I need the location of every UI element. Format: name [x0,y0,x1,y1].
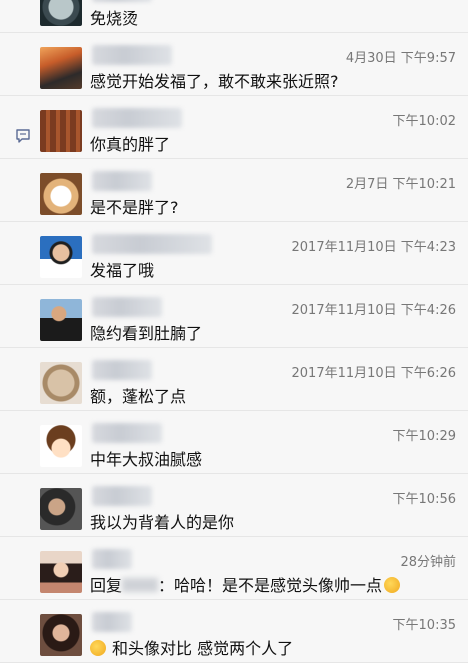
comment-text: 感觉开始发福了，敢不敢来张近照? [90,72,339,91]
avatar[interactable] [40,299,82,341]
username-blurred [92,108,182,128]
username-blurred [92,297,162,317]
list-item[interactable]: 2017年11月10日 下午6:26 额，蓬松了点 [0,348,468,411]
avatar[interactable] [40,425,82,467]
list-item[interactable]: 下午10:56 我以为背着人的是你 [0,474,468,537]
comment-text: 是不是胖了? [90,198,179,217]
list-item[interactable]: 下午10:29 中年大叔油腻感 [0,411,468,474]
reply-target-blurred[interactable] [122,578,159,592]
list-item[interactable]: 2017年11月10日 下午4:26 隐约看到肚腩了 [0,285,468,348]
comment-text: 我以为背着人的是你 [90,513,235,532]
comment-text: 中年大叔油腻感 [90,450,203,469]
comment-text: 额，蓬松了点 [90,387,187,406]
username-blurred [92,45,172,65]
avatar[interactable] [40,488,82,530]
laugh-emoji-icon [90,640,106,656]
avatar[interactable] [40,0,82,26]
comment-list: 免烧烫 4月30日 下午9:57 感觉开始发福了，敢不敢来张近照? 下午10:0… [0,0,468,663]
username-blurred [92,234,212,254]
comment-text: 免烧烫 [90,9,139,28]
username-blurred [92,612,132,632]
list-item[interactable]: 下午10:02 你真的胖了 [0,96,468,159]
username-blurred [92,360,152,380]
comment-time: 4月30日 下午9:57 [345,51,456,66]
username-blurred [92,0,152,2]
comment-icon[interactable] [15,128,31,148]
comment-time: 下午10:02 [392,114,456,129]
list-item[interactable]: 28分钟前 回复 ：哈哈！是不是感觉头像帅一点 [0,537,468,600]
list-item[interactable]: 下午10:35 和头像对比 感觉两个人了 [0,600,468,663]
comment-text: ：哈哈！是不是感觉头像帅一点 [158,576,383,595]
comment-time: 2月7日 下午10:21 [345,177,456,192]
username-blurred [92,549,132,569]
comment-text: 隐约看到肚腩了 [90,324,203,343]
comment-time: 2017年11月10日 下午6:26 [291,366,457,381]
reply-text: 回复 ：哈哈！是不是感觉头像帅一点 [90,572,401,596]
reply-prefix: 回复 [90,576,123,595]
comment-time: 下午10:35 [392,618,456,633]
avatar[interactable] [40,614,82,656]
avatar[interactable] [40,362,82,404]
comment-text-wrap: 和头像对比 感觉两个人了 [90,635,293,659]
avatar[interactable] [40,236,82,278]
avatar[interactable] [40,173,82,215]
comment-time: 2017年11月10日 下午4:26 [291,303,457,318]
list-item[interactable]: 2017年11月10日 下午4:23 发福了哦 [0,222,468,285]
comment-text: 和头像对比 感觉两个人了 [112,639,294,658]
avatar[interactable] [40,551,82,593]
list-item[interactable]: 2月7日 下午10:21 是不是胖了? [0,159,468,222]
comment-time: 2017年11月10日 下午4:23 [291,240,457,255]
list-item[interactable]: 4月30日 下午9:57 感觉开始发福了，敢不敢来张近照? [0,33,468,96]
username-blurred [92,423,162,443]
comment-time: 下午10:29 [392,429,456,444]
comment-time: 28分钟前 [400,555,456,570]
avatar[interactable] [40,110,82,152]
avatar[interactable] [40,47,82,89]
username-blurred [92,171,152,191]
comment-text: 你真的胖了 [90,135,171,154]
list-item[interactable]: 免烧烫 [0,0,468,33]
username-blurred [92,486,152,506]
thinking-emoji-icon [384,577,401,593]
comment-text: 发福了哦 [90,261,155,280]
comment-time: 下午10:56 [392,492,456,507]
